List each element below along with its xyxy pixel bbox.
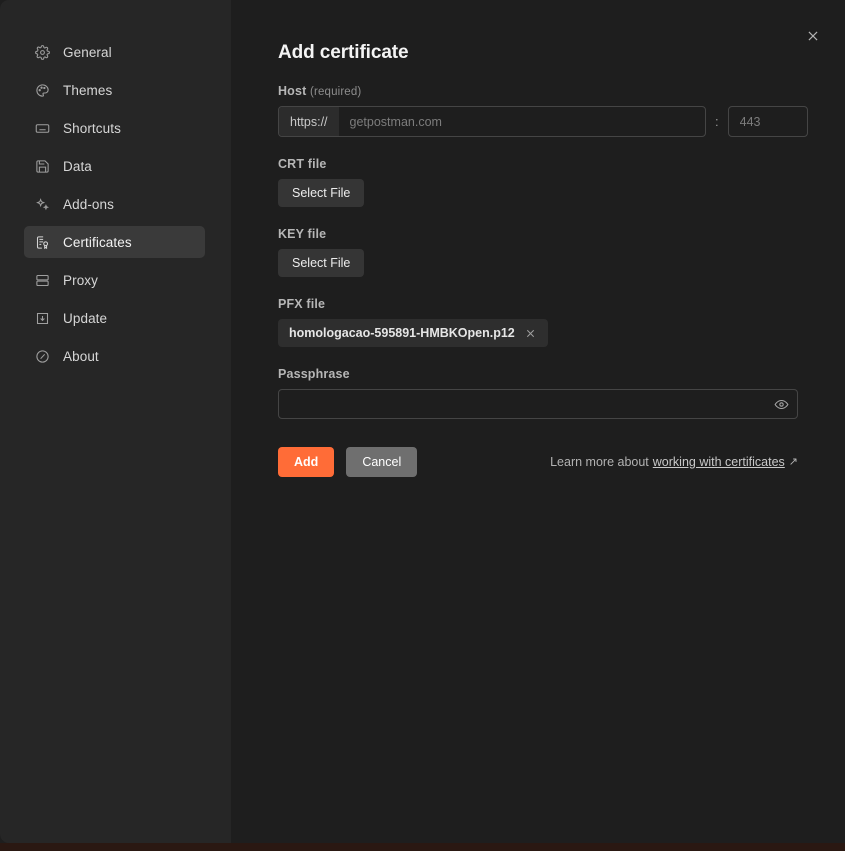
add-button[interactable]: Add [278, 447, 335, 477]
host-input-wrap[interactable]: https:// [278, 106, 706, 137]
sidebar-item-label-themes: Themes [63, 82, 113, 98]
passphrase-input-wrap [278, 389, 798, 419]
working-with-certificates-link[interactable]: working with certificates [653, 455, 785, 469]
download-box-icon [34, 310, 50, 326]
sidebar-item-label-about: About [63, 348, 99, 364]
sidebar-item-general[interactable]: General [24, 36, 205, 68]
palette-icon [34, 82, 50, 98]
sidebar-item-label-certificates: Certificates [63, 234, 132, 250]
crt-select-file-button[interactable]: Select File [278, 179, 365, 207]
external-link-icon: ↗ [788, 455, 798, 468]
pfx-file-chip[interactable]: homologacao-595891-HMBKOpen.p12 [278, 319, 548, 347]
sidebar-item-shortcuts[interactable]: Shortcuts [24, 112, 205, 144]
sidebar-item-proxy[interactable]: Proxy [24, 264, 205, 296]
crt-file-block: CRT file Select File [278, 157, 845, 207]
learn-more-prefix: Learn more about [550, 455, 649, 469]
page-title: Add certificate [278, 42, 409, 63]
passphrase-input[interactable] [278, 389, 798, 419]
pfx-file-block: PFX file homologacao-595891-HMBKOpen.p12 [278, 297, 845, 347]
eye-icon[interactable] [772, 395, 790, 413]
server-rack-icon [34, 272, 50, 288]
gear-icon [34, 44, 50, 60]
sparkles-icon [34, 196, 50, 212]
pfx-file-name: homologacao-595891-HMBKOpen.p12 [289, 326, 515, 340]
window-bottom-strip [0, 843, 845, 851]
settings-window: General Themes Shortcuts Data Add-ons Ce… [0, 0, 845, 851]
passphrase-block: Passphrase [278, 367, 845, 419]
sidebar-item-label-shortcuts: Shortcuts [63, 120, 121, 136]
host-protocol-prefix: https:// [279, 107, 339, 136]
host-required-note: (required) [310, 86, 362, 98]
sidebar-item-add-ons[interactable]: Add-ons [24, 188, 205, 220]
learn-more-text: Learn more about working with certificat… [550, 455, 798, 469]
close-icon[interactable] [803, 26, 823, 46]
host-row: https:// : [278, 106, 845, 137]
keyboard-icon [34, 120, 50, 136]
host-input[interactable] [338, 107, 705, 136]
crt-file-label: CRT file [278, 157, 327, 171]
host-label-text: Host [278, 84, 307, 98]
host-port-separator: : [715, 114, 719, 129]
sidebar-item-label-general: General [63, 44, 112, 60]
sidebar-item-data[interactable]: Data [24, 150, 205, 182]
save-disk-icon [34, 158, 50, 174]
host-label: Host (required) [278, 84, 845, 98]
passphrase-label: Passphrase [278, 367, 350, 381]
sidebar-item-label-update: Update [63, 310, 108, 326]
info-circle-icon [34, 348, 50, 364]
sidebar-item-about[interactable]: About [24, 340, 205, 372]
cancel-button[interactable]: Cancel [346, 447, 418, 477]
sidebar-item-label-data: Data [63, 158, 92, 174]
settings-sidebar: General Themes Shortcuts Data Add-ons Ce… [0, 0, 231, 843]
certificate-icon [34, 234, 50, 250]
sidebar-item-themes[interactable]: Themes [24, 74, 205, 106]
sidebar-nav-list: General Themes Shortcuts Data Add-ons Ce… [0, 36, 231, 372]
certificates-panel: Add certificate Host (required) https://… [231, 0, 845, 843]
pfx-file-label: PFX file [278, 297, 326, 311]
key-file-block: KEY file Select File [278, 227, 845, 277]
host-field-block: Host (required) https:// : [278, 84, 845, 137]
form-actions-row: Add Cancel Learn more about working with… [278, 447, 798, 477]
sidebar-item-label-add-ons: Add-ons [63, 196, 114, 212]
key-file-label: KEY file [278, 227, 327, 241]
key-select-file-button[interactable]: Select File [278, 249, 365, 277]
sidebar-item-update[interactable]: Update [24, 302, 205, 334]
port-input[interactable] [727, 106, 808, 137]
close-icon[interactable] [524, 326, 538, 340]
sidebar-item-label-proxy: Proxy [63, 272, 99, 288]
sidebar-item-certificates[interactable]: Certificates [24, 226, 205, 258]
